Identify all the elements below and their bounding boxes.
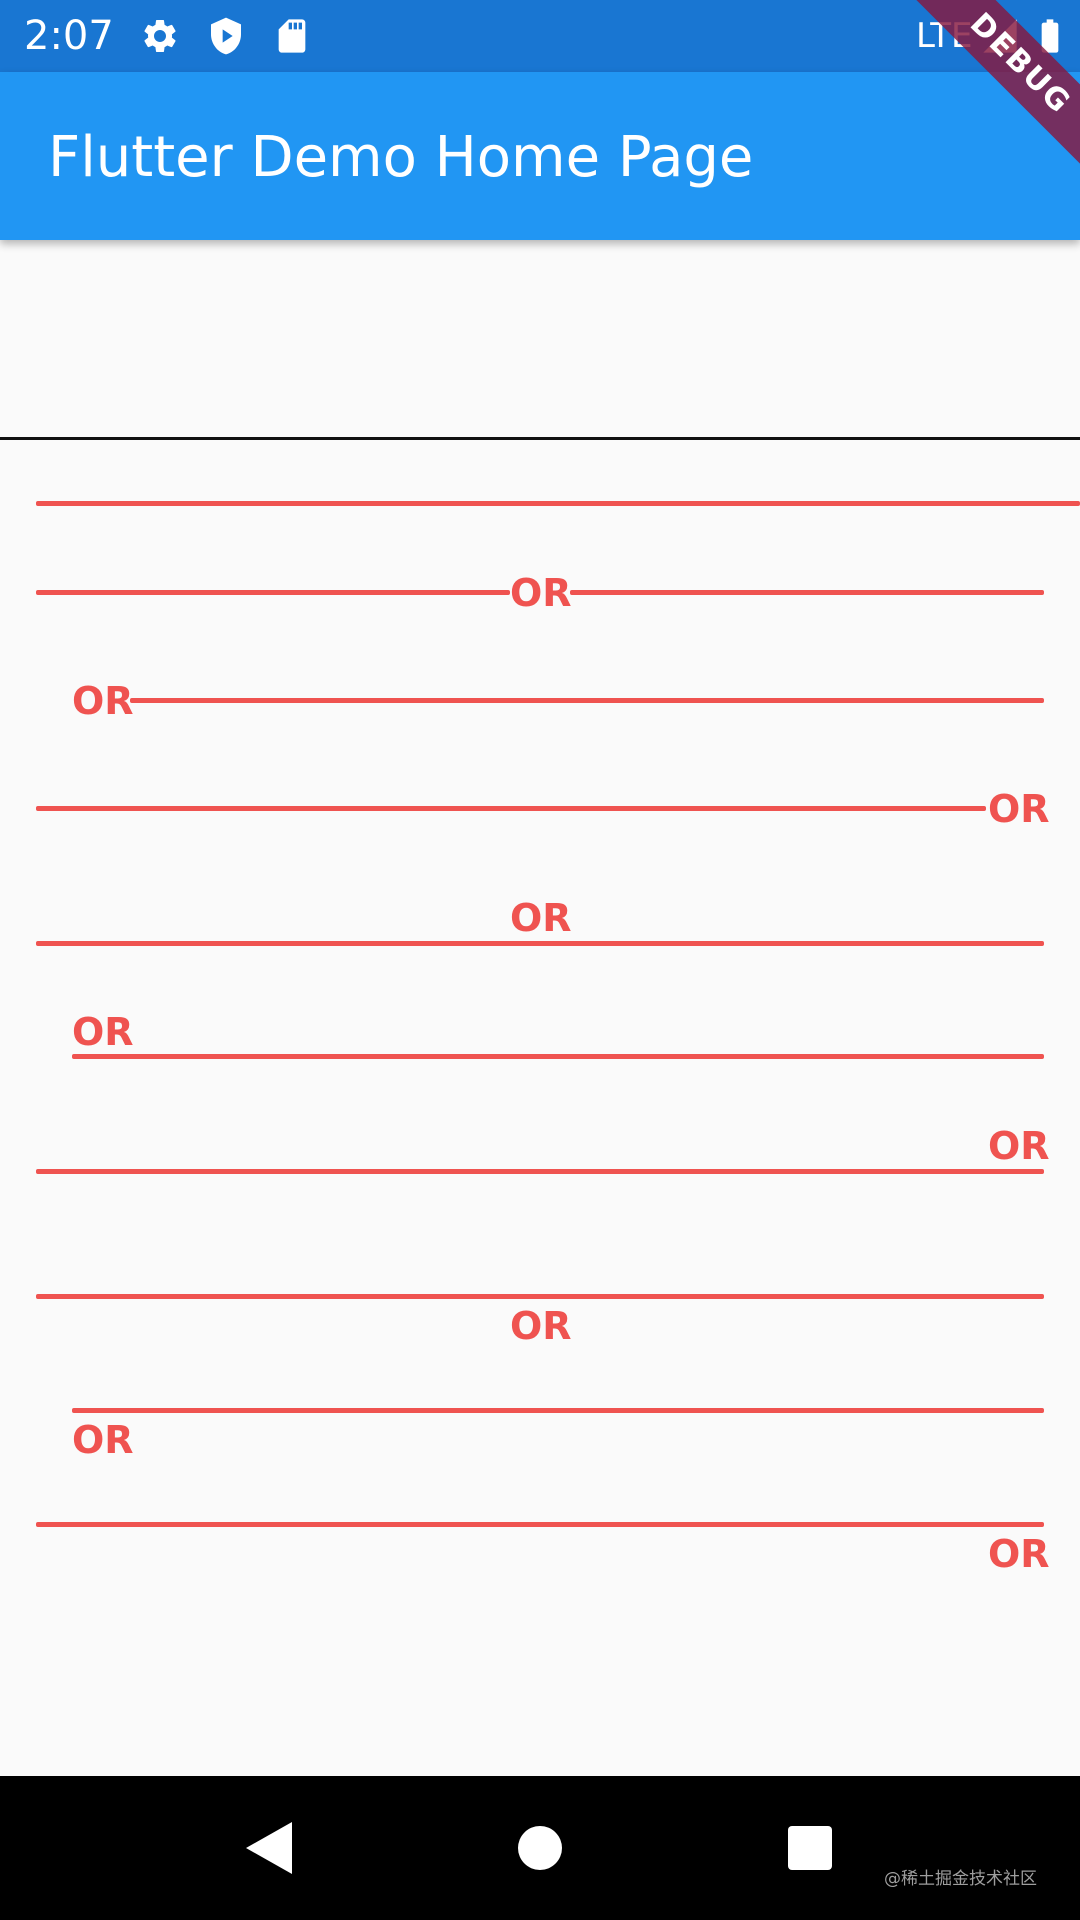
- divider-line-above-label: [36, 1522, 1044, 1527]
- black-divider: [0, 437, 1080, 440]
- status-bar: 2:07 LTE: [0, 0, 1080, 72]
- or-label-above-center: OR: [510, 896, 572, 940]
- or-label-below-start: OR: [72, 1418, 134, 1462]
- divider-line-after-label: [130, 698, 1044, 703]
- divider-line-above-label: [72, 1408, 1044, 1413]
- play-protect-icon: [211, 17, 241, 55]
- app-bar-title: Flutter Demo Home Page: [48, 125, 754, 190]
- divider-line-below-label: [72, 1054, 1044, 1059]
- or-label-below-end: OR: [988, 1532, 1050, 1576]
- app-bar: Flutter Demo Home Page: [0, 72, 1080, 240]
- or-label-center: OR: [510, 571, 572, 615]
- watermark: @稀土掘金技术社区: [884, 1869, 1037, 1889]
- divider-line-plain: [36, 501, 1080, 506]
- sd-card-icon: [278, 19, 306, 53]
- or-label-above-start: OR: [72, 1010, 134, 1054]
- navigation-bar: @稀土掘金技术社区: [0, 1776, 1080, 1920]
- divider-line-above-label: [36, 1294, 1044, 1299]
- home-button[interactable]: [518, 1826, 562, 1870]
- back-button[interactable]: [244, 1822, 292, 1874]
- or-label-end: OR: [988, 787, 1050, 831]
- divider-line-below-label: [36, 1169, 1044, 1174]
- recents-button[interactable]: [788, 1826, 832, 1870]
- divider-line-before-label: [36, 806, 986, 811]
- divider-line-below-label: [36, 941, 1044, 946]
- status-time: 2:07: [24, 13, 114, 59]
- settings-icon: [144, 19, 176, 52]
- divider-line-right: [570, 590, 1044, 595]
- divider-line-left: [36, 590, 510, 595]
- or-label-above-end: OR: [988, 1124, 1050, 1168]
- or-label-below-center: OR: [510, 1304, 572, 1348]
- or-label-start: OR: [72, 679, 134, 723]
